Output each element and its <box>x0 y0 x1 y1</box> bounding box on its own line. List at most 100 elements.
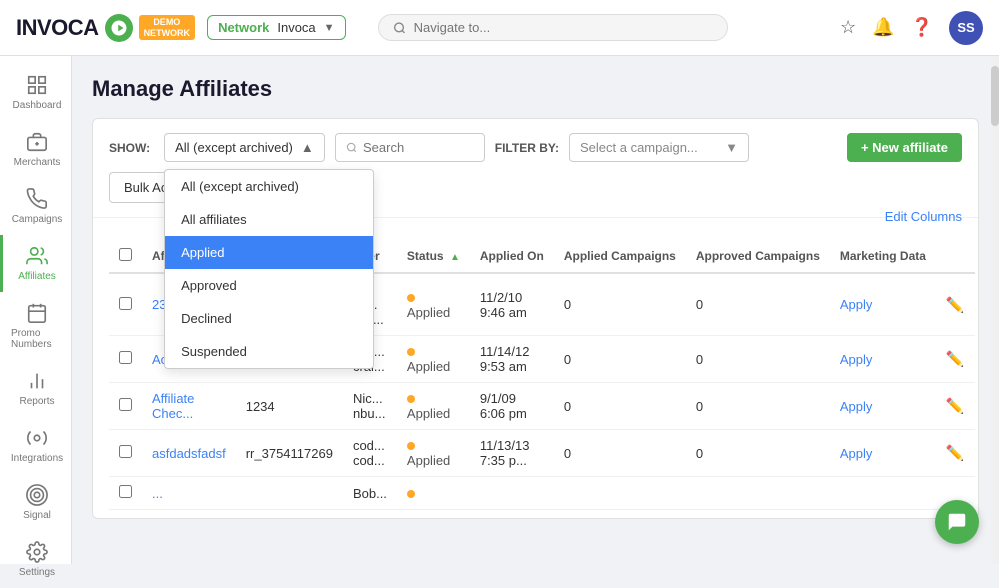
row2-edit-icon[interactable]: ✏️ <box>946 351 965 368</box>
row3-affiliate: Affiliate Chec... <box>142 383 236 430</box>
row2-status-text: Applied <box>407 359 450 374</box>
row3-edit: ✏️ <box>936 383 975 430</box>
row4-status: Applied <box>397 430 470 477</box>
chevron-down-icon: ▼ <box>324 22 335 34</box>
affiliate-search[interactable] <box>335 133 485 162</box>
select-all-checkbox[interactable] <box>119 248 132 261</box>
sidebar-item-merchants[interactable]: Merchants <box>0 121 71 178</box>
row3-edit-icon[interactable]: ✏️ <box>946 398 965 415</box>
sidebar-item-campaigns[interactable]: Campaigns <box>0 178 71 235</box>
row1-checkbox[interactable] <box>119 297 132 310</box>
global-search-input[interactable] <box>414 20 713 35</box>
row5-affiliate: ... <box>142 477 236 510</box>
reports-icon <box>26 370 48 392</box>
dropdown-item-declined[interactable]: Declined <box>165 302 373 335</box>
dropdown-item-suspended[interactable]: Suspended <box>165 335 373 368</box>
row4-affiliate-link[interactable]: asfdadsfadsf <box>152 446 226 461</box>
new-affiliate-button[interactable]: + New affiliate <box>847 133 962 162</box>
sidebar-item-reports[interactable]: Reports <box>0 360 71 417</box>
sidebar-item-integrations[interactable]: Integrations <box>0 417 71 474</box>
row3-checkbox[interactable] <box>119 398 132 411</box>
sidebar-item-signal[interactable]: Signal <box>0 474 71 531</box>
row4-affiliate: asfdadsfadsf <box>142 430 236 477</box>
sidebar-item-integrations-label: Integrations <box>11 453 63 464</box>
dropdown-item-approved[interactable]: Approved <box>165 269 373 302</box>
row2-applied-on: 11/14/12 9:53 am <box>470 336 554 383</box>
row1-applied-campaigns: 0 <box>554 273 686 336</box>
sidebar-item-affiliates[interactable]: Affiliates <box>0 235 71 292</box>
select-all-header <box>109 240 142 273</box>
network-selector[interactable]: Network Invoca ▼ <box>207 15 346 40</box>
show-select[interactable]: All (except archived) ▲ All (except arch… <box>164 133 325 162</box>
affiliate-search-input[interactable] <box>363 140 474 155</box>
dropdown-item-all-affiliates[interactable]: All affiliates <box>165 203 373 236</box>
dropdown-item-applied[interactable]: Applied <box>165 236 373 269</box>
main-content: Manage Affiliates SHOW: All (except arch… <box>72 56 999 564</box>
network-value: Invoca <box>277 20 315 35</box>
demo-badge: DEMO NETWORK <box>139 15 196 41</box>
sidebar-item-dashboard-label: Dashboard <box>13 100 62 111</box>
row5-id <box>236 477 343 510</box>
row2-checkbox[interactable] <box>119 351 132 364</box>
row3-applied-campaigns: 0 <box>554 383 686 430</box>
chevron-up-icon: ▲ <box>301 140 314 155</box>
row5-checkbox[interactable] <box>119 485 132 498</box>
row5-user: Bob... <box>343 477 397 510</box>
row1-edit: ✏️ <box>936 273 975 336</box>
notifications-button[interactable]: 🔔 <box>872 17 894 38</box>
sidebar-item-promo-numbers[interactable]: Promo Numbers <box>0 292 71 360</box>
row3-affiliate-link[interactable]: Affiliate Chec... <box>152 391 194 421</box>
col-status: Status ▲ <box>397 240 470 273</box>
network-label: Network <box>218 20 269 35</box>
chat-button[interactable] <box>935 500 979 544</box>
row4-user: cod... cod... <box>343 430 397 477</box>
dropdown-item-all-except-archived[interactable]: All (except archived) <box>165 170 373 203</box>
sidebar-item-signal-label: Signal <box>23 510 51 521</box>
status-dot <box>407 348 415 356</box>
user-avatar[interactable]: SS <box>949 11 983 45</box>
show-select-button[interactable]: All (except archived) ▲ <box>164 133 325 162</box>
global-search[interactable] <box>378 14 728 41</box>
col-marketing-data: Marketing Data <box>830 240 936 273</box>
sidebar-item-promo-numbers-label: Promo Numbers <box>11 328 63 350</box>
row4-checkbox[interactable] <box>119 445 132 458</box>
scrollbar-thumb[interactable] <box>991 66 999 126</box>
row1-edit-icon[interactable]: ✏️ <box>946 297 965 314</box>
table-row: Affiliate Chec... 1234 Nic... nbu... App… <box>109 383 975 430</box>
row4-applied-campaigns: 0 <box>554 430 686 477</box>
row4-edit-icon[interactable]: ✏️ <box>946 445 965 462</box>
edit-columns-link[interactable]: Edit Columns <box>885 203 962 230</box>
logo-icon <box>105 14 133 42</box>
row2-approved-campaigns: 0 <box>686 336 830 383</box>
sidebar-item-campaigns-label: Campaigns <box>12 214 63 225</box>
favorites-button[interactable]: ☆ <box>840 17 856 38</box>
sidebar-item-dashboard[interactable]: Dashboard <box>0 64 71 121</box>
nav-icons: ☆ 🔔 ❓ SS <box>840 11 983 45</box>
app-body: Dashboard Merchants Campaigns Affiliates… <box>0 56 999 564</box>
row3-checkbox-cell <box>109 383 142 430</box>
row1-apply-button[interactable]: Apply <box>840 297 873 312</box>
table-row: asfdadsfadsf rr_3754117269 cod... cod...… <box>109 430 975 477</box>
row3-user: Nic... nbu... <box>343 383 397 430</box>
help-button[interactable]: ❓ <box>911 17 933 38</box>
row1-status-text: Applied <box>407 305 450 320</box>
logo-text: INVOCA <box>16 15 99 41</box>
sidebar-item-affiliates-label: Affiliates <box>18 271 56 282</box>
row4-apply-button[interactable]: Apply <box>840 446 873 461</box>
scrollbar-track <box>991 56 999 564</box>
row2-marketing-data: Apply <box>830 336 936 383</box>
sidebar-item-merchants-label: Merchants <box>14 157 61 168</box>
merchants-icon <box>26 131 48 153</box>
row3-status: Applied <box>397 383 470 430</box>
row2-apply-button[interactable]: Apply <box>840 352 873 367</box>
row3-apply-button[interactable]: Apply <box>840 399 873 414</box>
row5-status <box>397 477 470 510</box>
row4-approved-campaigns: 0 <box>686 430 830 477</box>
row5-checkbox-cell <box>109 477 142 510</box>
row4-checkbox-cell <box>109 430 142 477</box>
row5-affiliate-link[interactable]: ... <box>152 486 163 501</box>
content-card: SHOW: All (except archived) ▲ All (excep… <box>92 118 979 519</box>
row2-applied-campaigns: 0 <box>554 336 686 383</box>
sidebar-item-settings[interactable]: Settings <box>0 531 71 588</box>
campaign-filter[interactable]: Select a campaign... ▼ <box>569 133 749 162</box>
